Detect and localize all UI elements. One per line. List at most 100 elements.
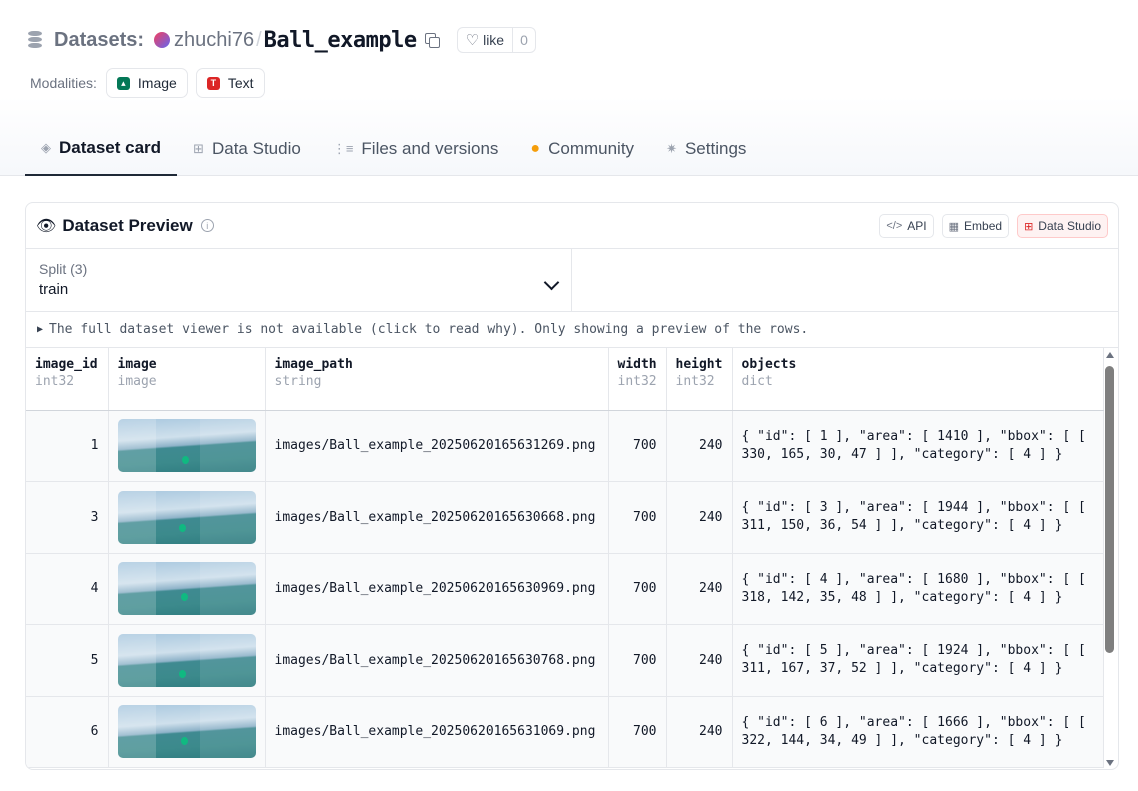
column-header-height[interactable]: height int32	[666, 348, 733, 411]
ball-marker	[181, 456, 189, 465]
datasets-label[interactable]: Datasets:	[54, 29, 144, 52]
gear-icon: ✷	[666, 141, 677, 156]
cell-image-path[interactable]: images/Ball_example_20250620165630969.pn…	[265, 553, 609, 625]
column-name: image_id	[35, 357, 98, 372]
column-header-objects[interactable]: objects dict	[732, 348, 1104, 411]
owner-link[interactable]: zhuchi76	[174, 29, 254, 52]
preview-title: Dataset Preview	[62, 215, 193, 235]
image-thumbnail[interactable]	[117, 633, 256, 687]
image-thumbnail[interactable]	[117, 419, 256, 473]
scroll-up-arrow-icon[interactable]	[1106, 352, 1114, 358]
copy-icon[interactable]	[424, 33, 440, 48]
like-count[interactable]: 0	[512, 28, 535, 52]
tab-data-studio[interactable]: ⊞ Data Studio	[177, 122, 317, 176]
modalities-label: Modalities:	[30, 75, 97, 91]
viewer-notice[interactable]: ▶ The full dataset viewer is not availab…	[26, 312, 1118, 348]
image-thumbnail[interactable]	[117, 705, 256, 759]
column-header-width[interactable]: width int32	[608, 348, 667, 411]
files-icon: ⋮≡	[332, 141, 354, 156]
heart-icon: ♡	[465, 32, 480, 49]
preview-header: 👁 Dataset Preview i </> API ▦ Embed ⊞ Da…	[26, 203, 1118, 249]
cell-height[interactable]: 240	[666, 553, 733, 625]
cell-height[interactable]: 240	[666, 481, 733, 554]
column-name: objects	[741, 357, 797, 372]
preview-table-container: image_id int32 image image image_path strin…	[26, 348, 1118, 769]
cell-width[interactable]: 700	[608, 553, 667, 625]
api-button[interactable]: </> API	[879, 214, 934, 238]
cell-image[interactable]	[108, 553, 266, 625]
cell-image[interactable]	[108, 481, 266, 554]
database-icon	[28, 31, 42, 49]
cell-height[interactable]: 240	[666, 696, 733, 768]
tab-label: Settings	[684, 139, 747, 158]
cell-image-id[interactable]: 6	[26, 696, 109, 768]
path-separator: /	[256, 28, 262, 51]
modality-label: Text	[227, 75, 254, 91]
split-select[interactable]: Split (3) train	[26, 249, 572, 311]
owner-avatar[interactable]	[154, 32, 171, 48]
tab-community[interactable]: ● Community	[514, 122, 650, 176]
cell-objects[interactable]: { "id": [ 4 ], "area": [ 1680 ], "bbox":…	[732, 553, 1104, 625]
tab-label: Community	[548, 139, 635, 158]
table-scrollbar[interactable]	[1104, 348, 1116, 769]
cell-image-path[interactable]: images/Ball_example_20250620165631269.pn…	[265, 410, 609, 482]
column-type: image	[117, 374, 157, 389]
cell-width[interactable]: 700	[608, 624, 667, 697]
info-icon[interactable]: i	[200, 219, 214, 232]
cell-height[interactable]: 240	[666, 624, 733, 697]
like-button[interactable]: ♡ like 0	[456, 27, 536, 53]
image-thumbnail[interactable]	[117, 562, 256, 616]
cell-width[interactable]: 700	[608, 410, 667, 482]
cell-image[interactable]	[108, 696, 266, 768]
dataset-preview-panel: 👁 Dataset Preview i </> API ▦ Embed ⊞ Da…	[25, 202, 1119, 770]
table-row[interactable]: 3 images/Ball_example_20250620165630668.…	[26, 481, 1104, 554]
column-header-image-id[interactable]: image_id int32	[26, 348, 109, 411]
like-main[interactable]: ♡ like	[458, 28, 512, 52]
preview-table: image_id int32 image image image_path strin…	[26, 348, 1104, 768]
cell-image-path[interactable]: images/Ball_example_20250620165631069.pn…	[265, 696, 609, 768]
repo-name[interactable]: Ball_example	[264, 28, 417, 53]
cell-height[interactable]: 240	[666, 410, 733, 482]
embed-button[interactable]: ▦ Embed	[941, 214, 1010, 238]
split-value: train	[39, 281, 69, 298]
cell-image-path[interactable]: images/Ball_example_20250620165630668.pn…	[265, 481, 609, 554]
column-header-image[interactable]: image image	[108, 348, 266, 411]
cell-objects[interactable]: { "id": [ 6 ], "area": [ 1666 ], "bbox":…	[732, 696, 1104, 768]
cell-width[interactable]: 700	[608, 696, 667, 768]
column-name: height	[675, 357, 723, 372]
embed-label: Embed	[964, 219, 1003, 233]
tab-label: Dataset card	[59, 138, 162, 157]
cell-objects[interactable]: { "id": [ 1 ], "area": [ 1410 ], "bbox":…	[732, 410, 1104, 482]
cell-image[interactable]	[108, 624, 266, 697]
table-row[interactable]: 6 images/Ball_example_20250620165631069.…	[26, 696, 1104, 768]
cell-image-id[interactable]: 3	[26, 481, 109, 554]
column-header-image-path[interactable]: image_path string	[265, 348, 609, 411]
cell-image-id[interactable]: 1	[26, 410, 109, 482]
tab-settings[interactable]: ✷ Settings	[650, 122, 762, 176]
cell-image-path[interactable]: images/Ball_example_20250620165630768.pn…	[265, 624, 609, 697]
table-row[interactable]: 4 images/Ball_example_20250620165630969.…	[26, 553, 1104, 625]
image-thumbnail[interactable]	[117, 490, 256, 544]
table-row[interactable]: 5 images/Ball_example_20250620165630768.…	[26, 624, 1104, 697]
modality-tag-text[interactable]: T Text	[195, 68, 265, 98]
cube-icon: ◈	[41, 140, 51, 155]
hugging-face-icon: ●	[530, 140, 541, 157]
scrollbar-thumb[interactable]	[1105, 366, 1114, 653]
data-studio-button[interactable]: ⊞ Data Studio	[1017, 214, 1108, 238]
column-name: width	[617, 357, 657, 372]
scroll-down-arrow-icon[interactable]	[1106, 760, 1114, 766]
ball-marker	[178, 669, 186, 678]
cell-objects[interactable]: { "id": [ 5 ], "area": [ 1924 ], "bbox":…	[732, 624, 1104, 697]
cell-image-id[interactable]: 5	[26, 624, 109, 697]
modality-tag-image[interactable]: ▴ Image	[105, 68, 188, 98]
tab-files-and-versions[interactable]: ⋮≡ Files and versions	[317, 122, 515, 176]
ball-marker	[180, 737, 188, 746]
table-row[interactable]: 1 images/Ball_example_20250620165631269.…	[26, 410, 1104, 482]
column-type: string	[274, 374, 322, 389]
cell-image-id[interactable]: 4	[26, 553, 109, 625]
cell-objects[interactable]: { "id": [ 3 ], "area": [ 1944 ], "bbox":…	[732, 481, 1104, 554]
cell-width[interactable]: 700	[608, 481, 667, 554]
tab-dataset-card[interactable]: ◈ Dataset card	[25, 122, 178, 176]
column-type: int32	[675, 374, 715, 389]
cell-image[interactable]	[108, 410, 266, 482]
